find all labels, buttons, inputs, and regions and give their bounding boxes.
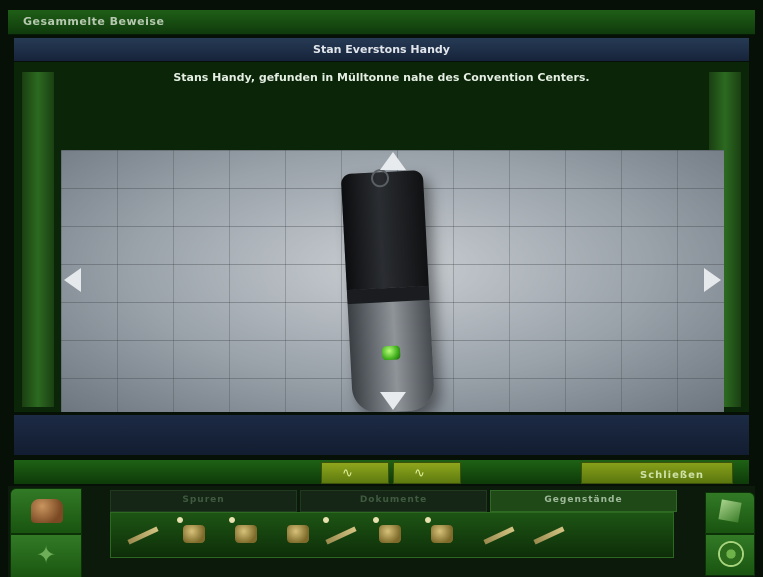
item-badge: [373, 517, 379, 523]
cube-icon: [718, 499, 742, 523]
item-shape: [183, 525, 205, 543]
bag-icon: [31, 499, 63, 523]
tab-spuren[interactable]: Spuren: [110, 490, 297, 512]
nugget-icon[interactable]: [229, 517, 265, 551]
flask-icon[interactable]: [177, 517, 213, 551]
tab-gegenstaende[interactable]: Gegenstände: [490, 490, 677, 512]
info-band: [14, 415, 749, 455]
object-stage[interactable]: [61, 150, 724, 412]
evidence-name-bar: Stan Everstons Handy: [14, 38, 749, 61]
wave-icon: ∿: [414, 466, 425, 481]
nugget-icon[interactable]: [425, 517, 461, 551]
evidence-description: Stans Handy, gefunden in Mülltonne nahe …: [173, 71, 590, 84]
compass-star-icon: ✦: [36, 541, 57, 569]
rotate-left-arrow-icon[interactable]: [64, 268, 81, 292]
inventory-item-row: [110, 512, 674, 558]
item-shape: [431, 525, 453, 543]
gun-icon[interactable]: [323, 517, 359, 551]
mobile-phone-object[interactable]: [340, 168, 436, 412]
item-shape: [325, 526, 357, 545]
knife-icon[interactable]: [481, 517, 517, 551]
item-shape: [235, 525, 257, 543]
rotate-left-button[interactable]: ∿: [321, 462, 389, 484]
tube-icon[interactable]: [531, 517, 567, 551]
tab-label: Dokumente: [359, 495, 428, 505]
item-badge: [229, 517, 235, 523]
item-shape: [533, 526, 565, 545]
item-badge: [323, 517, 329, 523]
inventory-bag-button[interactable]: [10, 488, 82, 534]
close-button-label: Schließen: [640, 470, 704, 481]
item-shape: [127, 526, 159, 545]
phone-screen: [340, 170, 429, 291]
evidence-screen: Gesammelte Beweise Stan Everstons Handy …: [0, 0, 763, 577]
nugget-icon[interactable]: [373, 517, 409, 551]
tab-dokumente[interactable]: Dokumente: [300, 490, 487, 512]
evidence-viewer: Stans Handy, gefunden in Mülltonne nahe …: [14, 62, 749, 412]
item-shape: [379, 525, 401, 543]
inventory-tabs: Spuren Dokumente Gegenstände: [110, 490, 677, 512]
phone-hinge: [346, 285, 430, 305]
green-highlight-icon[interactable]: [381, 345, 401, 361]
rotate-right-button[interactable]: ∿: [393, 462, 461, 484]
window-title: Gesammelte Beweise: [23, 15, 165, 28]
title-bar: Gesammelte Beweise: [8, 10, 755, 35]
pouch-icon[interactable]: [281, 517, 317, 551]
rotate-up-arrow-icon[interactable]: [380, 152, 406, 170]
item-badge: [425, 517, 431, 523]
disc-icon: [718, 541, 744, 567]
tab-label: Gegenstände: [544, 495, 623, 505]
rotate-down-arrow-icon[interactable]: [380, 392, 406, 410]
item-shape: [483, 526, 515, 545]
map-button[interactable]: ✦: [10, 534, 82, 577]
options-button[interactable]: [705, 534, 755, 576]
evidence-name: Stan Everstons Handy: [313, 43, 450, 56]
rotate-right-arrow-icon[interactable]: [704, 268, 721, 292]
notebook-button[interactable]: [705, 492, 755, 534]
crowbar-icon[interactable]: [125, 517, 161, 551]
close-button[interactable]: Schließen: [581, 462, 733, 484]
item-badge: [177, 517, 183, 523]
item-shape: [287, 525, 309, 543]
tab-label: Spuren: [182, 495, 225, 505]
wave-icon: ∿: [342, 466, 353, 481]
left-frame-pillar: [22, 72, 54, 407]
